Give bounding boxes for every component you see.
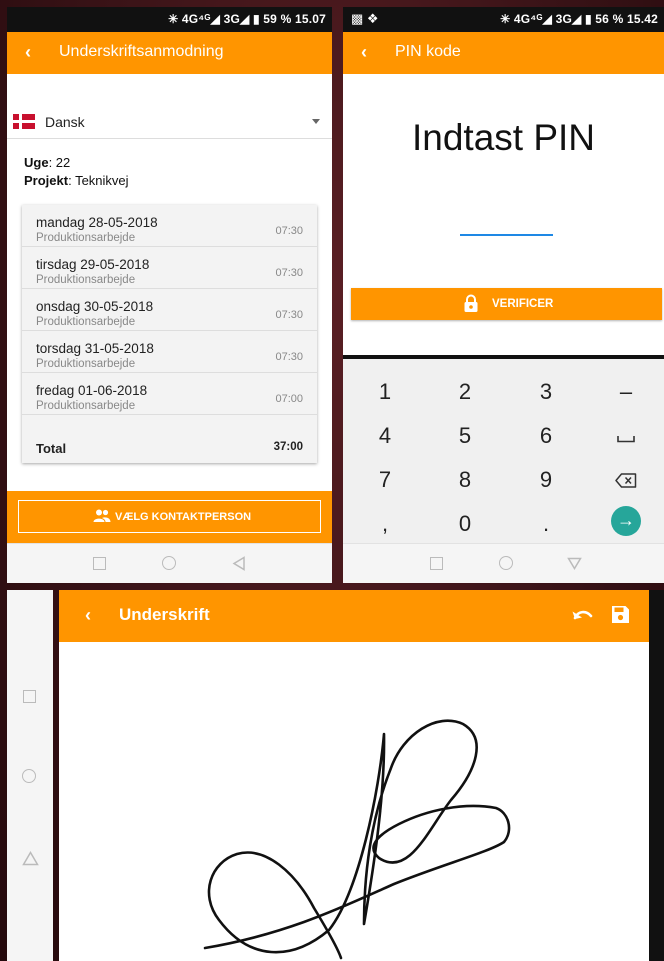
dropdown-icon[interactable] [312,119,320,124]
numeric-keypad: 1 2 3 – 4 5 6 7 8 9 , 0 . → [343,355,664,544]
day-type: Produktionsarbejde [36,316,136,328]
list-item[interactable]: tirsdag 29-05-2018 Produktionsarbejde 07… [22,247,317,289]
language-select[interactable]: Dansk [7,107,332,139]
key-3[interactable]: 3 [526,379,566,405]
timesheet-screen: ✳ 4G⁴ᴳ◢ 3G◢ ▮ 59 % 15.07 ‹ Underskriftsa… [7,7,332,583]
save-icon[interactable] [611,605,630,624]
recent-apps-icon[interactable] [93,557,106,570]
day-name: fredag 01-06-2018 [36,383,148,398]
signature-stroke [203,719,511,960]
key-9[interactable]: 9 [526,467,566,493]
project-label: Projekt [24,173,69,188]
app-bar: ‹ Underskriftsanmodning [7,32,332,74]
key-1[interactable]: 1 [365,379,405,405]
page-title: PIN kode [395,43,461,60]
back-nav-icon[interactable] [232,556,246,571]
week-value: : 22 [48,155,71,170]
day-name: tirsdag 29-05-2018 [36,257,150,272]
back-nav-icon[interactable] [567,557,582,570]
space-icon[interactable] [617,435,635,443]
key-8[interactable]: 8 [445,467,485,493]
home-icon[interactable] [499,556,513,570]
enter-icon[interactable]: → [611,506,641,536]
lock-icon [464,294,478,312]
day-name: mandag 28-05-2018 [36,215,158,230]
signature-screen: ‹ Underskrift [7,590,664,961]
verify-label: VERIFICER [492,298,554,310]
back-icon[interactable]: ‹ [361,42,367,63]
key-0[interactable]: 0 [445,511,485,537]
key-2[interactable]: 2 [445,379,485,405]
system-nav-bar [7,590,53,961]
pin-screen: ▩ ❖ ✳ 4G⁴ᴳ◢ 3G◢ ▮ 56 % 15.42 ‹ PIN kode … [343,7,664,583]
pin-input[interactable] [460,234,553,236]
system-nav-bar [7,543,332,583]
week-label: Uge [24,155,49,170]
app-bar: ‹ Underskrift [59,590,649,642]
day-name: onsdag 30-05-2018 [36,299,154,314]
page-title: Underskrift [119,605,210,624]
recent-apps-icon[interactable] [23,690,36,703]
verify-button[interactable]: VERIFICER [351,288,662,320]
notification-icons: ▩ ❖ [351,11,379,26]
project-info: Projekt: Teknikvej [24,173,129,188]
list-item[interactable]: torsdag 31-05-2018 Produktionsarbejde 07… [22,331,317,373]
key-dot[interactable]: . [526,511,566,537]
key-7[interactable]: 7 [365,467,405,493]
app-bar: ‹ PIN kode [343,32,664,74]
key-4[interactable]: 4 [365,423,405,449]
status-text: ✳ 4G⁴ᴳ◢ 3G◢ ▮ 59 % 15.07 [168,12,326,26]
list-item[interactable]: mandag 28-05-2018 Produktionsarbejde 07:… [22,205,317,247]
key-6[interactable]: 6 [526,423,566,449]
total-label: Total [36,441,67,456]
day-list: mandag 28-05-2018 Produktionsarbejde 07:… [22,205,317,463]
day-type: Produktionsarbejde [36,232,136,244]
back-icon[interactable]: ‹ [85,605,91,626]
status-bar: ✳ 4G⁴ᴳ◢ 3G◢ ▮ 59 % 15.07 [7,7,332,32]
day-hours: 07:30 [275,309,303,321]
backspace-icon[interactable] [615,473,637,488]
day-hours: 07:30 [275,351,303,363]
system-nav-bar [343,543,664,583]
danish-flag-icon [13,114,35,129]
day-type: Produktionsarbejde [36,400,136,412]
signature-pane: ‹ Underskrift [59,590,649,961]
page-title: Underskriftsanmodning [59,43,224,60]
bottom-action-bar: VÆLG KONTAKTPERSON [7,491,332,543]
key-dash[interactable]: – [606,379,646,405]
day-hours: 07:30 [275,267,303,279]
project-value: : Teknikvej [68,173,129,188]
day-name: torsdag 31-05-2018 [36,341,154,356]
select-contact-button[interactable]: VÆLG KONTAKTPERSON [18,500,321,533]
list-item[interactable]: fredag 01-06-2018 Produktionsarbejde 07:… [22,373,317,415]
people-icon [93,509,111,522]
day-hours: 07:30 [275,225,303,237]
day-type: Produktionsarbejde [36,358,136,370]
select-contact-label: VÆLG KONTAKTPERSON [115,511,252,523]
status-bar [649,590,664,961]
total-value: 37:00 [273,441,303,453]
pin-heading: Indtast PIN [411,117,596,158]
home-icon[interactable] [162,556,176,570]
back-nav-icon[interactable] [22,851,39,866]
status-text: ✳ 4G⁴ᴳ◢ 3G◢ ▮ 56 % 15.42 [500,12,658,26]
key-comma[interactable]: , [365,511,405,537]
list-item[interactable]: onsdag 30-05-2018 Produktionsarbejde 07:… [22,289,317,331]
day-type: Produktionsarbejde [36,274,136,286]
home-icon[interactable] [22,769,36,783]
key-5[interactable]: 5 [445,423,485,449]
status-bar: ▩ ❖ ✳ 4G⁴ᴳ◢ 3G◢ ▮ 56 % 15.42 [343,7,664,32]
week-info: Uge: 22 [24,155,70,170]
language-label: Dansk [45,114,85,130]
undo-icon[interactable] [571,607,593,623]
back-icon[interactable]: ‹ [25,42,31,63]
recent-apps-icon[interactable] [430,557,443,570]
signature-canvas[interactable] [59,642,649,961]
day-hours: 07:00 [275,393,303,405]
